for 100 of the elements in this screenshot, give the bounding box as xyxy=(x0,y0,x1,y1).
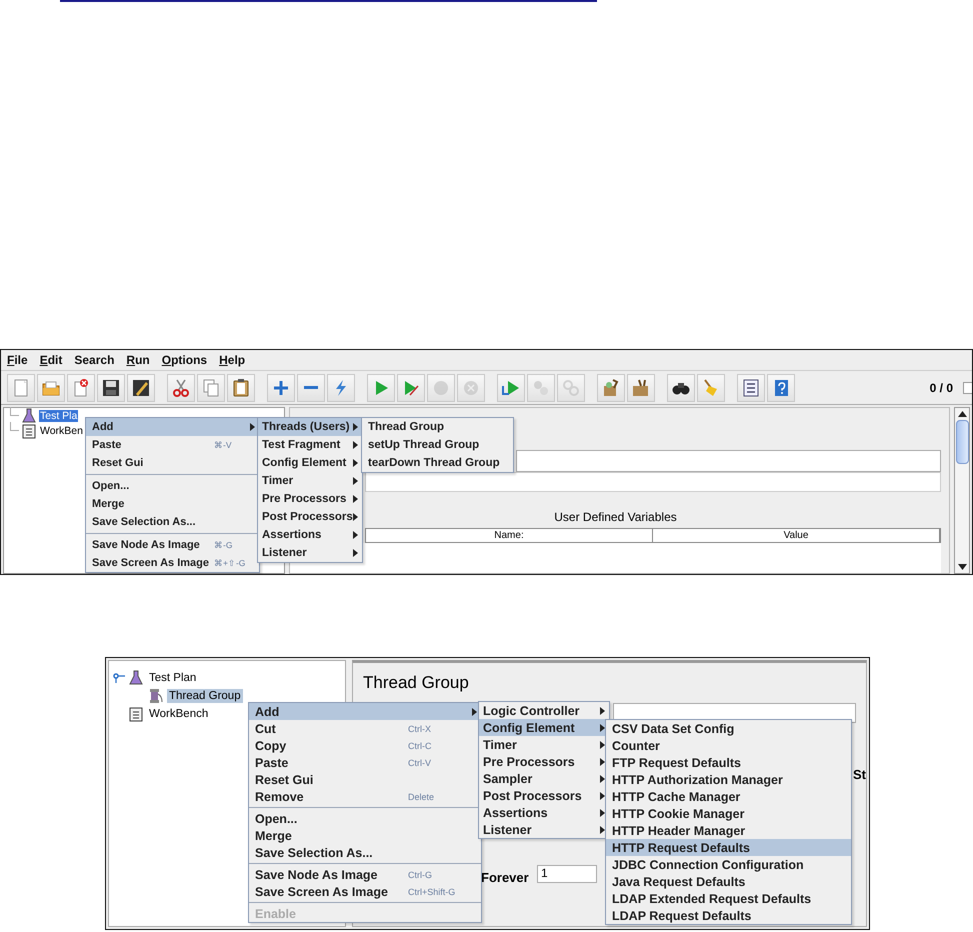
menu-item[interactable]: Counter xyxy=(606,737,851,754)
menu[interactable]: Options xyxy=(162,353,208,367)
menu-item[interactable]: Timer xyxy=(258,472,362,490)
scrollbar[interactable] xyxy=(954,407,970,574)
toolbar-button[interactable] xyxy=(227,374,255,402)
menu-item[interactable]: Assertions xyxy=(479,804,609,821)
shortcut-label: Delete xyxy=(408,792,436,802)
loop-count-field[interactable]: 1 xyxy=(537,865,597,883)
menu-item[interactable]: Add xyxy=(86,418,259,436)
shortcut-label: ⌘+⇧-G xyxy=(214,558,246,568)
menu-item[interactable]: Pre Processors xyxy=(258,490,362,508)
expand-handle-icon[interactable] xyxy=(113,673,125,683)
menu-item[interactable]: Paste ⌘-V xyxy=(86,436,259,454)
minus-icon xyxy=(304,386,318,389)
clipboard-icon xyxy=(129,706,143,722)
menu-item[interactable]: Java Request Defaults xyxy=(606,873,851,890)
menu-item[interactable]: Save Node As Image Ctrl-G xyxy=(249,866,481,883)
menu-item[interactable]: Save Selection As... xyxy=(249,844,481,861)
menu-item[interactable]: FTP Request Defaults xyxy=(606,754,851,771)
tree-item[interactable]: WorkBen xyxy=(39,424,84,436)
toolbar-button[interactable] xyxy=(597,374,625,402)
submenu-arrow-icon xyxy=(600,826,605,834)
menu[interactable]: File xyxy=(7,353,28,367)
submenu-arrow-icon xyxy=(353,459,358,467)
cut-icon xyxy=(171,378,191,398)
menu-item[interactable]: Save Selection As... xyxy=(86,513,259,531)
menu-item[interactable]: setUp Thread Group xyxy=(362,436,513,454)
submenu-arrow-icon xyxy=(600,740,605,748)
flask-icon xyxy=(22,408,36,424)
text-field[interactable] xyxy=(516,450,941,472)
menu-item[interactable]: Open... xyxy=(86,477,259,495)
submenu-arrow-icon xyxy=(600,706,605,714)
menu-item[interactable]: Timer xyxy=(479,736,609,753)
submenu-arrow-icon xyxy=(353,549,358,557)
menu-item[interactable]: HTTP Cache Manager xyxy=(606,788,851,805)
menu-item[interactable]: Paste Ctrl-V xyxy=(249,754,481,771)
menu-item[interactable]: HTTP Authorization Manager xyxy=(606,771,851,788)
field-label: St xyxy=(853,767,866,782)
toolbar-button[interactable] xyxy=(97,374,125,402)
toolbar-button[interactable] xyxy=(627,374,655,402)
panel-title: Thread Group xyxy=(362,672,470,694)
table-title: User Defined Variables xyxy=(554,510,677,524)
submenu-arrow-icon xyxy=(472,708,477,716)
tree-item[interactable]: Test Plan xyxy=(147,671,198,685)
tree-item[interactable]: Test Pla xyxy=(39,410,78,422)
menu-item[interactable]: Save Screen As Image ⌘+⇧-G xyxy=(86,554,259,572)
submenu-arrow-icon xyxy=(600,724,605,732)
menu-item[interactable]: Copy Ctrl-C xyxy=(249,737,481,754)
menu-item[interactable]: CSV Data Set Config xyxy=(606,720,851,737)
submenu-arrow-icon xyxy=(600,808,605,816)
menu-item[interactable]: Save Node As Image ⌘-G xyxy=(86,536,259,554)
tree-item[interactable]: Thread Group xyxy=(167,689,243,703)
submenu-arrow-icon xyxy=(600,758,605,766)
menu-item[interactable]: Open... xyxy=(249,810,481,827)
paste-icon xyxy=(231,378,251,398)
menu-item[interactable]: Pre Processors xyxy=(479,753,609,770)
menu-item[interactable]: Threads (Users) xyxy=(258,418,362,436)
scroll-thumb[interactable] xyxy=(956,420,968,464)
menu-item[interactable]: Assertions xyxy=(258,526,362,544)
counter-label: 0 / 0 xyxy=(930,380,953,394)
menu-item[interactable]: Merge xyxy=(249,827,481,844)
menu-item[interactable]: Config Element xyxy=(258,454,362,472)
menu-item[interactable]: Sampler xyxy=(479,770,609,787)
menu-item[interactable]: Test Fragment xyxy=(258,436,362,454)
menu-item[interactable]: Listener xyxy=(479,821,609,838)
menu-item[interactable]: LDAP Extended Request Defaults xyxy=(606,890,851,907)
toolbar-button[interactable] xyxy=(667,374,695,402)
toolbar-button[interactable] xyxy=(737,374,765,402)
menu-item[interactable]: Remove Delete xyxy=(249,788,481,805)
menu-item[interactable]: Merge xyxy=(86,495,259,513)
scroll-down-icon xyxy=(958,564,966,570)
menu-item[interactable]: HTTP Cookie Manager xyxy=(606,805,851,822)
shortcut-label: Ctrl-C xyxy=(408,740,432,750)
menu-item[interactable]: Post Processors xyxy=(479,787,609,804)
menu-item[interactable]: tearDown Thread Group xyxy=(362,454,513,472)
menu[interactable]: Edit xyxy=(40,353,62,367)
menu-item[interactable]: Listener xyxy=(258,544,362,562)
menu-item[interactable]: LDAP Request Defaults xyxy=(606,907,851,924)
submenu-arrow-icon xyxy=(600,792,605,800)
menu-item[interactable]: Reset Gui xyxy=(86,454,259,472)
menu[interactable]: Help xyxy=(219,353,246,367)
menu-item[interactable]: HTTP Header Manager xyxy=(606,822,851,839)
submenu-arrow-icon xyxy=(353,531,358,539)
menu-item[interactable]: Cut Ctrl-X xyxy=(249,720,481,737)
tree-item[interactable]: WorkBench xyxy=(147,707,210,721)
menu[interactable]: Run xyxy=(126,353,150,367)
menu-item[interactable]: Save Screen As Image Ctrl+Shift-G xyxy=(249,883,481,900)
menu-item[interactable]: Thread Group xyxy=(362,418,513,436)
submenu-arrow-icon xyxy=(353,441,358,449)
menu-item[interactable]: JDBC Connection Configuration xyxy=(606,856,851,873)
menu-item[interactable]: Logic Controller xyxy=(479,702,609,719)
menu-item[interactable]: Post Processors xyxy=(258,508,362,526)
column-header[interactable]: Value xyxy=(653,529,940,542)
menu-item[interactable]: Add xyxy=(249,703,481,720)
menu-item[interactable]: Reset Gui xyxy=(249,771,481,788)
menu-item[interactable]: HTTP Request Defaults xyxy=(606,839,851,856)
shortcut-label: Ctrl-V xyxy=(408,758,432,768)
column-header[interactable]: Name: xyxy=(366,529,653,542)
toolbar-button[interactable] xyxy=(127,374,155,402)
menu[interactable]: Search xyxy=(74,353,114,367)
